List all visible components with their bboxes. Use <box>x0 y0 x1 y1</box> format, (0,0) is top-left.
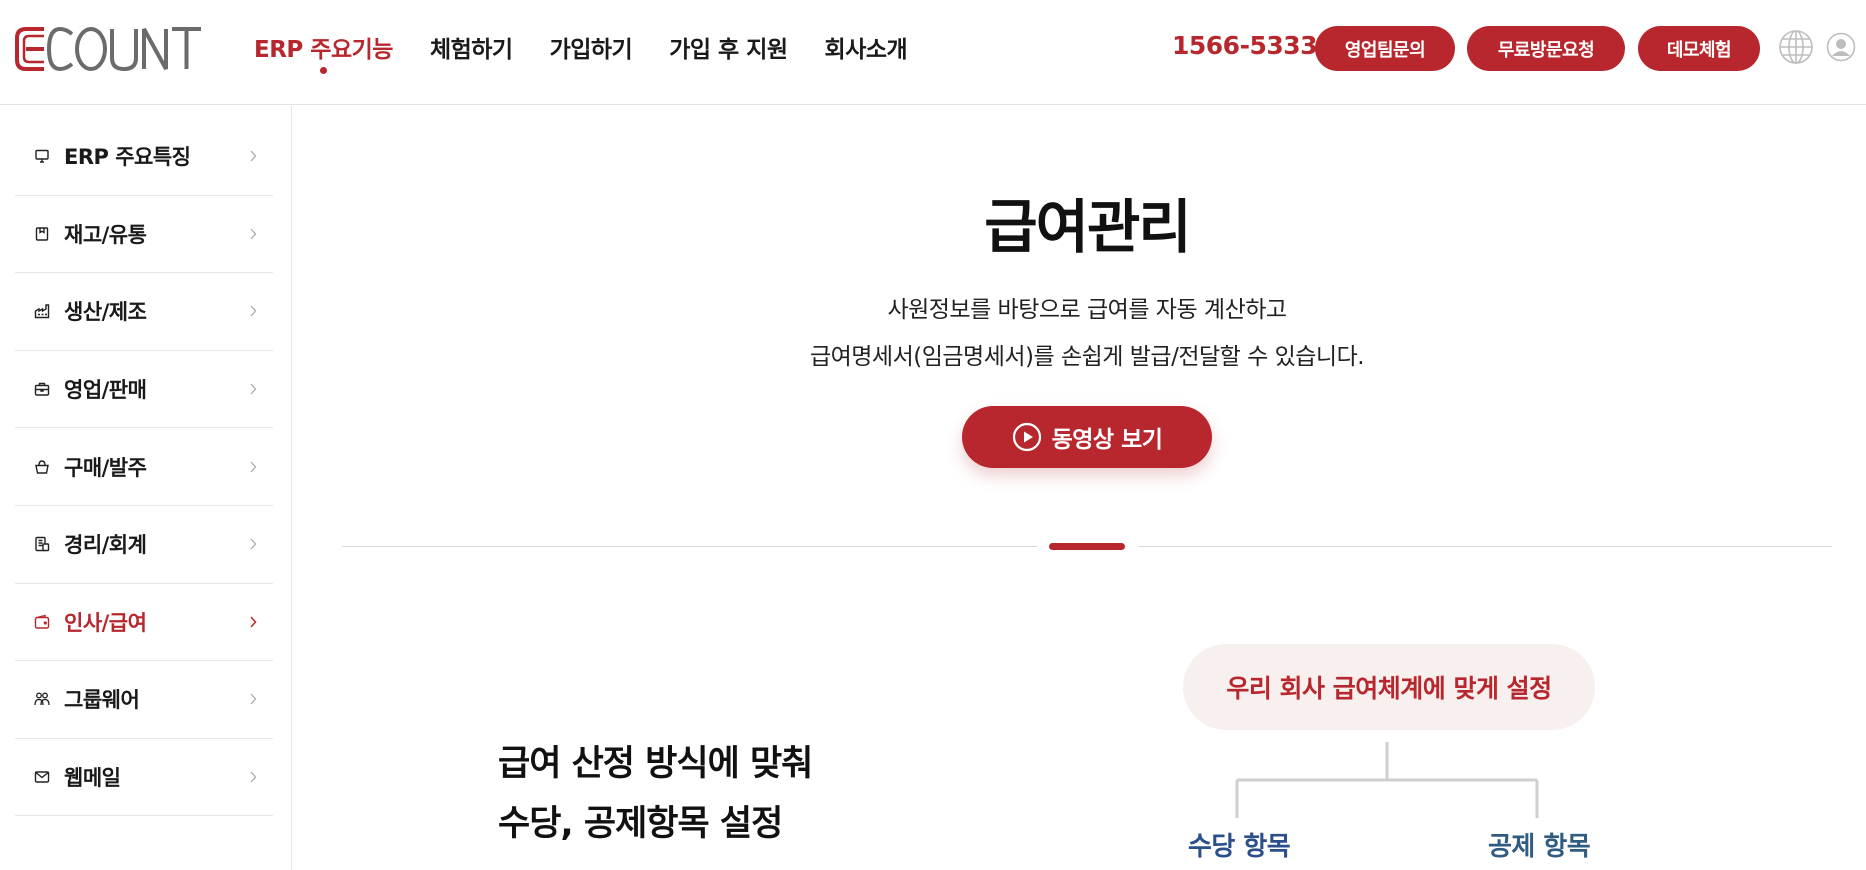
chevron-right-icon <box>250 228 257 240</box>
sidebar-item-label: 구매/발주 <box>64 455 147 480</box>
factory-icon <box>34 304 50 319</box>
sidebar-item-groupware[interactable]: 그룹웨어 <box>15 661 273 739</box>
sidebar-item-label: 웹메일 <box>64 766 121 791</box>
page-description-line: 사원정보를 바탕으로 급여를 자동 계산하고 <box>887 297 1287 323</box>
diagram-root-node: 우리 회사 급여체계에 맞게 설정 <box>1183 644 1595 730</box>
basket-icon <box>35 459 49 474</box>
watch-video-button[interactable]: 동영상 보기 <box>962 406 1212 468</box>
nav-label: 가입 후 지원 <box>669 37 788 63</box>
chevron-right-icon <box>250 306 257 317</box>
sidebar-item-erp-features[interactable]: ERP 주요특징 <box>15 118 273 196</box>
chevron-right-icon <box>250 150 257 162</box>
sidebar-item-purchasing[interactable]: 구매/발주 <box>15 428 273 506</box>
chevron-right-icon <box>250 538 257 550</box>
nav-label: ERP 주요기능 <box>254 37 393 63</box>
mail-icon <box>34 771 50 783</box>
page-title: 급여관리 <box>984 193 1191 261</box>
nav-label: 체험하기 <box>429 37 513 63</box>
nav-erp-features[interactable]: ERP 주요기능 <box>254 30 393 74</box>
diagram-node-allowance: 수당 항목 <box>1188 832 1291 862</box>
section-divider <box>1138 546 1832 547</box>
monitor-icon <box>35 150 49 163</box>
sidebar-item-hr-payroll[interactable]: 인사/급여 <box>15 584 273 662</box>
chevron-right-icon <box>250 616 257 628</box>
section-divider <box>342 546 1037 547</box>
nav-trial[interactable]: 체험하기 <box>430 30 513 64</box>
people-icon <box>34 693 50 706</box>
chevron-right-icon <box>250 771 257 783</box>
user-icon[interactable] <box>1826 32 1856 62</box>
nav-label: 회사소개 <box>824 37 908 63</box>
ecount-logo[interactable] <box>14 26 204 72</box>
demo-button[interactable]: 데모체험 <box>1638 26 1760 71</box>
sidebar-item-label: 재고/유통 <box>64 222 147 247</box>
sidebar-menu: ERP 주요특징 재고/유통 생산/제조 영업/판매 구매/발주 경리/회계 인… <box>15 118 273 817</box>
active-indicator-dot <box>320 67 328 74</box>
sidebar-item-production[interactable]: 생산/제조 <box>15 273 273 351</box>
feature-title-line: 수당, 공제항목 설정 <box>498 804 783 844</box>
nav-support[interactable]: 가입 후 지원 <box>669 30 788 64</box>
nav-label: 가입하기 <box>549 37 633 63</box>
phone-number[interactable]: 1566-5333 <box>1172 31 1318 60</box>
watch-video-label: 동영상 보기 <box>1051 427 1163 453</box>
sidebar: ERP 주요특징 재고/유통 생산/제조 영업/판매 구매/발주 경리/회계 인… <box>0 106 292 870</box>
sidebar-item-label: 생산/제조 <box>64 300 147 325</box>
sidebar-item-label: 경리/회계 <box>64 533 147 558</box>
briefcase-icon <box>34 382 50 396</box>
sidebar-item-label: ERP 주요특징 <box>64 145 191 170</box>
main-nav: ERP 주요기능 체험하기 가입하기 가입 후 지원 회사소개 <box>254 30 944 74</box>
sidebar-item-sales[interactable]: 영업/판매 <box>15 351 273 429</box>
free-visit-request-button[interactable]: 무료방문요청 <box>1467 26 1625 71</box>
chevron-right-icon <box>250 383 257 395</box>
globe-icon[interactable] <box>1778 29 1814 65</box>
sidebar-item-accounting[interactable]: 경리/회계 <box>15 506 273 584</box>
diagram-node-deduction: 공제 항목 <box>1488 832 1591 862</box>
section-divider-accent <box>1049 543 1125 550</box>
box-icon <box>35 227 49 241</box>
wallet-icon <box>34 614 50 629</box>
play-circle-icon <box>1012 422 1041 452</box>
nav-signup[interactable]: 가입하기 <box>550 30 633 64</box>
feature-title-line: 급여 산정 방식에 맞춰 <box>498 744 813 784</box>
sidebar-item-label: 그룹웨어 <box>64 688 140 713</box>
sidebar-item-webmail[interactable]: 웹메일 <box>15 739 273 817</box>
nav-company[interactable]: 회사소개 <box>825 30 908 64</box>
site-header: ERP 주요기능 체험하기 가입하기 가입 후 지원 회사소개 1566-533… <box>0 0 1866 105</box>
chevron-right-icon <box>250 694 257 705</box>
page-description-line: 급여명세서(임금명세서)를 손쉽게 발급/전달할 수 있습니다. <box>809 344 1365 370</box>
chevron-right-icon <box>250 461 257 473</box>
sidebar-item-label: 영업/판매 <box>64 378 147 403</box>
diagram-connector <box>1235 742 1539 818</box>
sidebar-item-label: 인사/급여 <box>64 610 147 635</box>
ledger-icon <box>35 537 50 552</box>
sidebar-item-inventory[interactable]: 재고/유통 <box>15 196 273 274</box>
sales-inquiry-button[interactable]: 영업팀문의 <box>1315 26 1455 71</box>
